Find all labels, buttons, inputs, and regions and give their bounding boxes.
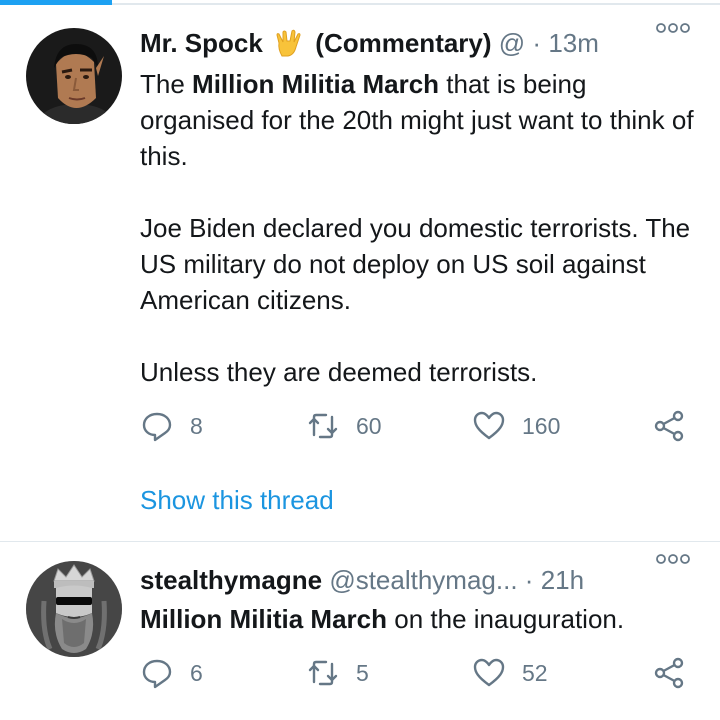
bold-text: Million Militia March bbox=[192, 69, 440, 99]
tweet[interactable]: Mr. Spock (Commentary) @ · 13m The Milli… bbox=[0, 10, 720, 542]
tweet-actions: 6 5 52 bbox=[140, 655, 700, 691]
display-name[interactable]: Mr. Spock bbox=[140, 28, 263, 58]
tweet-paragraph: Million Militia March on the inauguratio… bbox=[140, 601, 700, 637]
vulcan-salute-emoji-icon bbox=[276, 29, 301, 57]
reply-button[interactable]: 8 bbox=[140, 408, 203, 444]
avatar[interactable] bbox=[26, 561, 122, 657]
share-icon bbox=[654, 657, 684, 689]
retweet-count: 60 bbox=[356, 412, 382, 439]
like-count: 52 bbox=[522, 659, 548, 686]
more-options-icon[interactable] bbox=[656, 553, 690, 565]
retweet-count: 5 bbox=[356, 659, 369, 686]
avatar-image bbox=[26, 561, 122, 657]
retweet-icon bbox=[308, 413, 338, 439]
tab-indicator bbox=[0, 0, 720, 7]
timestamp[interactable]: 13m bbox=[548, 28, 599, 58]
reply-icon bbox=[142, 659, 172, 689]
tweet-text: The Million Militia March that is being … bbox=[140, 66, 700, 390]
separator-dot: · bbox=[524, 565, 534, 595]
share-icon bbox=[654, 410, 684, 442]
user-handle[interactable]: @stealthymag... bbox=[329, 565, 517, 595]
reply-count: 6 bbox=[190, 659, 203, 686]
tab-divider bbox=[112, 3, 720, 5]
tweet-paragraph: Unless they are deemed terrorists. bbox=[140, 357, 538, 387]
avatar-image bbox=[26, 28, 122, 124]
tweet-paragraph: The Million Militia March that is being … bbox=[140, 66, 700, 174]
retweet-icon bbox=[308, 660, 338, 686]
retweet-button[interactable]: 5 bbox=[306, 655, 369, 691]
tweet[interactable]: stealthymagne @stealthymag... · 21h Mill… bbox=[0, 543, 720, 720]
tweet-actions: 8 60 160 bbox=[140, 408, 700, 444]
text-span: The bbox=[140, 69, 193, 99]
reply-icon bbox=[142, 412, 172, 442]
more-options-icon[interactable] bbox=[656, 22, 690, 34]
timestamp[interactable]: 21h bbox=[541, 565, 584, 595]
display-name-suffix[interactable]: (Commentary) bbox=[315, 28, 491, 58]
heart-icon bbox=[473, 658, 505, 687]
like-count: 160 bbox=[522, 412, 561, 439]
like-button[interactable]: 52 bbox=[472, 655, 548, 691]
heart-icon bbox=[473, 411, 505, 440]
separator-dot: · bbox=[532, 28, 542, 58]
retweet-button[interactable]: 60 bbox=[306, 408, 382, 444]
tweet-paragraph: Joe Biden declared you domestic terroris… bbox=[140, 213, 691, 315]
show-thread-link[interactable]: Show this thread bbox=[140, 485, 334, 516]
tweet-text: Million Militia March on the inauguratio… bbox=[140, 601, 700, 637]
reply-button[interactable]: 6 bbox=[140, 655, 203, 691]
display-name[interactable]: stealthymagne bbox=[140, 565, 322, 595]
text-span: on the inauguration. bbox=[387, 604, 625, 634]
avatar[interactable] bbox=[26, 28, 122, 124]
active-tab-underline bbox=[0, 0, 112, 5]
user-handle[interactable]: @ bbox=[499, 28, 525, 58]
share-button[interactable] bbox=[652, 655, 686, 691]
share-button[interactable] bbox=[652, 408, 686, 444]
reply-count: 8 bbox=[190, 412, 203, 439]
bold-text: Million Militia March bbox=[140, 604, 388, 634]
tweet-header: stealthymagne @stealthymag... · 21h bbox=[140, 565, 700, 597]
like-button[interactable]: 160 bbox=[472, 408, 560, 444]
tweet-header: Mr. Spock (Commentary) @ · 13m bbox=[140, 28, 700, 60]
